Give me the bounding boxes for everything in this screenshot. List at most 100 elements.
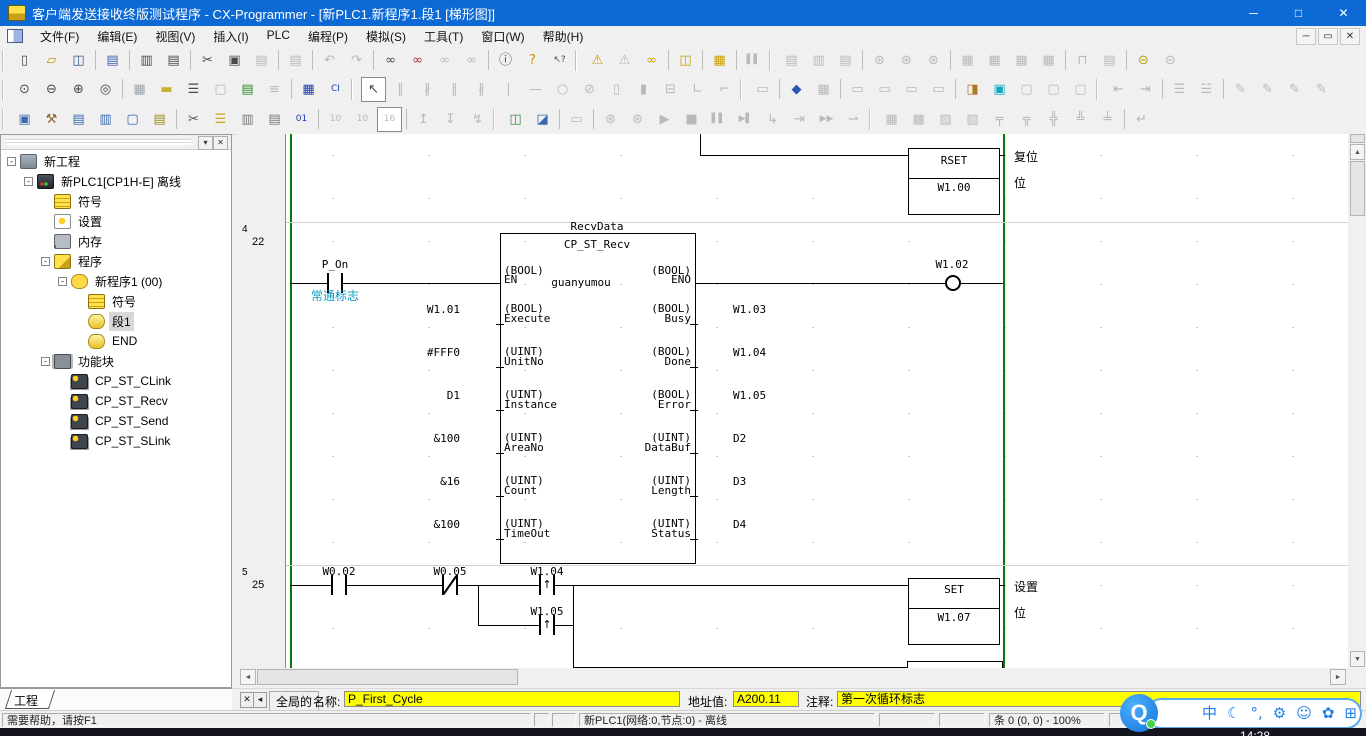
- transfer-to-plc-button[interactable]: ▤: [779, 48, 804, 73]
- simulator-step-button[interactable]: ↳: [760, 107, 785, 132]
- menu-item-视图(V)[interactable]: 视图(V): [146, 26, 204, 47]
- vertical-scrollbar[interactable]: ▲ ▼: [1349, 134, 1366, 668]
- tree-item-设置[interactable]: 设置: [1, 211, 231, 231]
- mdi-document-icon[interactable]: [7, 29, 23, 43]
- output-coil[interactable]: [945, 275, 961, 291]
- paste-special-button[interactable]: ▤: [283, 48, 308, 73]
- contact-label[interactable]: W0.05: [433, 566, 466, 578]
- window-float-button[interactable]: ▤: [66, 107, 91, 132]
- contact-w0-02[interactable]: [331, 575, 347, 595]
- symbol-bar-collapse-button[interactable]: ◂: [253, 692, 267, 708]
- simulator-step-in-button[interactable]: ⇥: [787, 107, 812, 132]
- coil-label[interactable]: W1.02: [935, 259, 968, 271]
- local-window-button[interactable]: ▢: [1041, 77, 1066, 102]
- timing-chart-2-button[interactable]: ╦: [1014, 107, 1039, 132]
- io-table-3-button[interactable]: ▦: [1009, 48, 1034, 73]
- simulator-fast-forward-button[interactable]: ▶▶: [814, 107, 839, 132]
- monitor-hex-button[interactable]: 16: [377, 107, 402, 132]
- message-window-button[interactable]: ▭: [564, 107, 589, 132]
- show-rung-wrapping-button[interactable]: ▤: [235, 77, 260, 102]
- resume-from-point-button[interactable]: ⊛: [625, 107, 650, 132]
- redo-button[interactable]: ↷: [344, 48, 369, 73]
- simulator-stop-button[interactable]: ■: [679, 107, 704, 132]
- window-cascade-button[interactable]: ▣: [12, 107, 37, 132]
- zoom-to-fit-button[interactable]: ◎: [93, 77, 118, 102]
- cross-reference-window-button[interactable]: ▢: [1014, 77, 1039, 102]
- simulator-pause-button[interactable]: ▌▌: [706, 107, 731, 132]
- new-block-program-button[interactable]: ⊟: [658, 77, 683, 102]
- decrease-indent-button[interactable]: ⇤: [1106, 77, 1131, 102]
- tree-expander-icon[interactable]: -: [7, 157, 16, 166]
- undo-button[interactable]: ↶: [317, 48, 342, 73]
- tree-item-CP_ST_CLink[interactable]: CP_ST_CLink: [1, 371, 231, 391]
- io-table-1-button[interactable]: ▦: [955, 48, 980, 73]
- monitor-signed-decimal-button[interactable]: 10: [350, 107, 375, 132]
- mdi-close-button[interactable]: ✕: [1340, 28, 1360, 45]
- symbol-bar-close-button[interactable]: ✕: [240, 692, 254, 708]
- ime-tools-icon[interactable]: ⚙: [1273, 706, 1286, 721]
- tree-expander-icon[interactable]: -: [41, 257, 50, 266]
- tree-item-段1[interactable]: 段1: [1, 311, 231, 331]
- window-dock-button[interactable]: ▥: [93, 107, 118, 132]
- horizontal-line-button[interactable]: —: [523, 77, 548, 102]
- tree-item-符号[interactable]: 符号: [1, 191, 231, 211]
- transfer-from-plc-button[interactable]: ▥: [806, 48, 831, 73]
- simulator-to-next-button[interactable]: ⇀: [841, 107, 866, 132]
- mdi-minimize-button[interactable]: ─: [1296, 28, 1316, 45]
- ime-logo-icon[interactable]: Q: [1120, 694, 1158, 732]
- tree-expander-icon[interactable]: -: [58, 277, 67, 286]
- simulator-run-button[interactable]: ▶: [652, 107, 677, 132]
- plc-clock-button[interactable]: ◫: [503, 107, 528, 132]
- menu-item-编辑(E)[interactable]: 编辑(E): [88, 26, 146, 47]
- menu-item-窗口(W)[interactable]: 窗口(W): [472, 26, 533, 47]
- close-button[interactable]: ✕: [1321, 0, 1366, 26]
- auto-online-button[interactable]: ⊛: [894, 48, 919, 73]
- io-comment-view-button[interactable]: ▥: [235, 107, 260, 132]
- online-edit-transfer-button[interactable]: ◫: [673, 48, 698, 73]
- copy-button[interactable]: ▣: [222, 48, 247, 73]
- tree-item-CP_ST_SLink[interactable]: CP_ST_SLink: [1, 431, 231, 451]
- dialog-view-button[interactable]: ▢: [120, 107, 145, 132]
- find-in-project-button[interactable]: ▤: [100, 48, 125, 73]
- tree-expander-icon[interactable]: -: [24, 177, 33, 186]
- monitor-binary-button[interactable]: 01: [289, 107, 314, 132]
- release-key-button[interactable]: ⊝: [1158, 48, 1183, 73]
- force-cancel-button[interactable]: ↯: [465, 107, 490, 132]
- delete-line-button[interactable]: ⌐: [712, 77, 737, 102]
- task-schedule-button[interactable]: ▦: [811, 77, 836, 102]
- list-view-1-button[interactable]: ☰: [1167, 77, 1192, 102]
- about-button[interactable]: ⓘ: [493, 48, 518, 73]
- vertical-line-button[interactable]: |: [496, 77, 521, 102]
- timing-chart-4-button[interactable]: ╩: [1068, 107, 1093, 132]
- memory-view-3-button[interactable]: ▨: [933, 107, 958, 132]
- menu-item-文件(F)[interactable]: 文件(F): [31, 26, 88, 47]
- symbol-address-field[interactable]: A200.11: [733, 691, 799, 707]
- simulator-step-end-button[interactable]: ▶▌: [733, 107, 758, 132]
- workspace-menu-button[interactable]: ▾: [198, 136, 213, 150]
- tree-expander-icon[interactable]: -: [41, 357, 50, 366]
- pause-at-point-button[interactable]: ⊛: [598, 107, 623, 132]
- drag-grip[interactable]: [5, 139, 191, 145]
- rung-properties-button[interactable]: ▤: [262, 107, 287, 132]
- plc-settings-transfer-button[interactable]: ◪: [530, 107, 555, 132]
- cross-reference-report-button[interactable]: ✂: [181, 107, 206, 132]
- menu-item-模拟(S)[interactable]: 模拟(S): [357, 26, 415, 47]
- timing-chart-5-button[interactable]: ╧: [1095, 107, 1120, 132]
- fb-instance-name[interactable]: RecvData: [571, 221, 624, 233]
- monitor-decimal-button[interactable]: 10: [323, 107, 348, 132]
- edit-rung-comment-button[interactable]: ▭: [872, 77, 897, 102]
- compile-all-programs-button[interactable]: ⚠: [612, 48, 637, 73]
- goto-jump-button[interactable]: ↵: [1129, 107, 1154, 132]
- context-help-button[interactable]: ↖?: [547, 48, 572, 73]
- edit-annotation-button[interactable]: ▭: [899, 77, 924, 102]
- mark-tool-1-button[interactable]: ✎: [1228, 77, 1253, 102]
- find-previous-button[interactable]: ∞: [432, 48, 457, 73]
- save-file-button[interactable]: ◫: [66, 48, 91, 73]
- hierarchy-view-button[interactable]: ≡: [262, 77, 287, 102]
- paste-button[interactable]: ▤: [249, 48, 274, 73]
- new-contact-button[interactable]: ∥: [388, 77, 413, 102]
- new-closed-contact-button[interactable]: ∦: [415, 77, 440, 102]
- ladder-canvas[interactable]: RSET W1.00 复位 位 RecvData CP_ST_Recv P_On…: [286, 134, 1348, 668]
- program-diff-button[interactable]: ◆: [784, 77, 809, 102]
- scrollbar-split-handle[interactable]: [1350, 134, 1365, 143]
